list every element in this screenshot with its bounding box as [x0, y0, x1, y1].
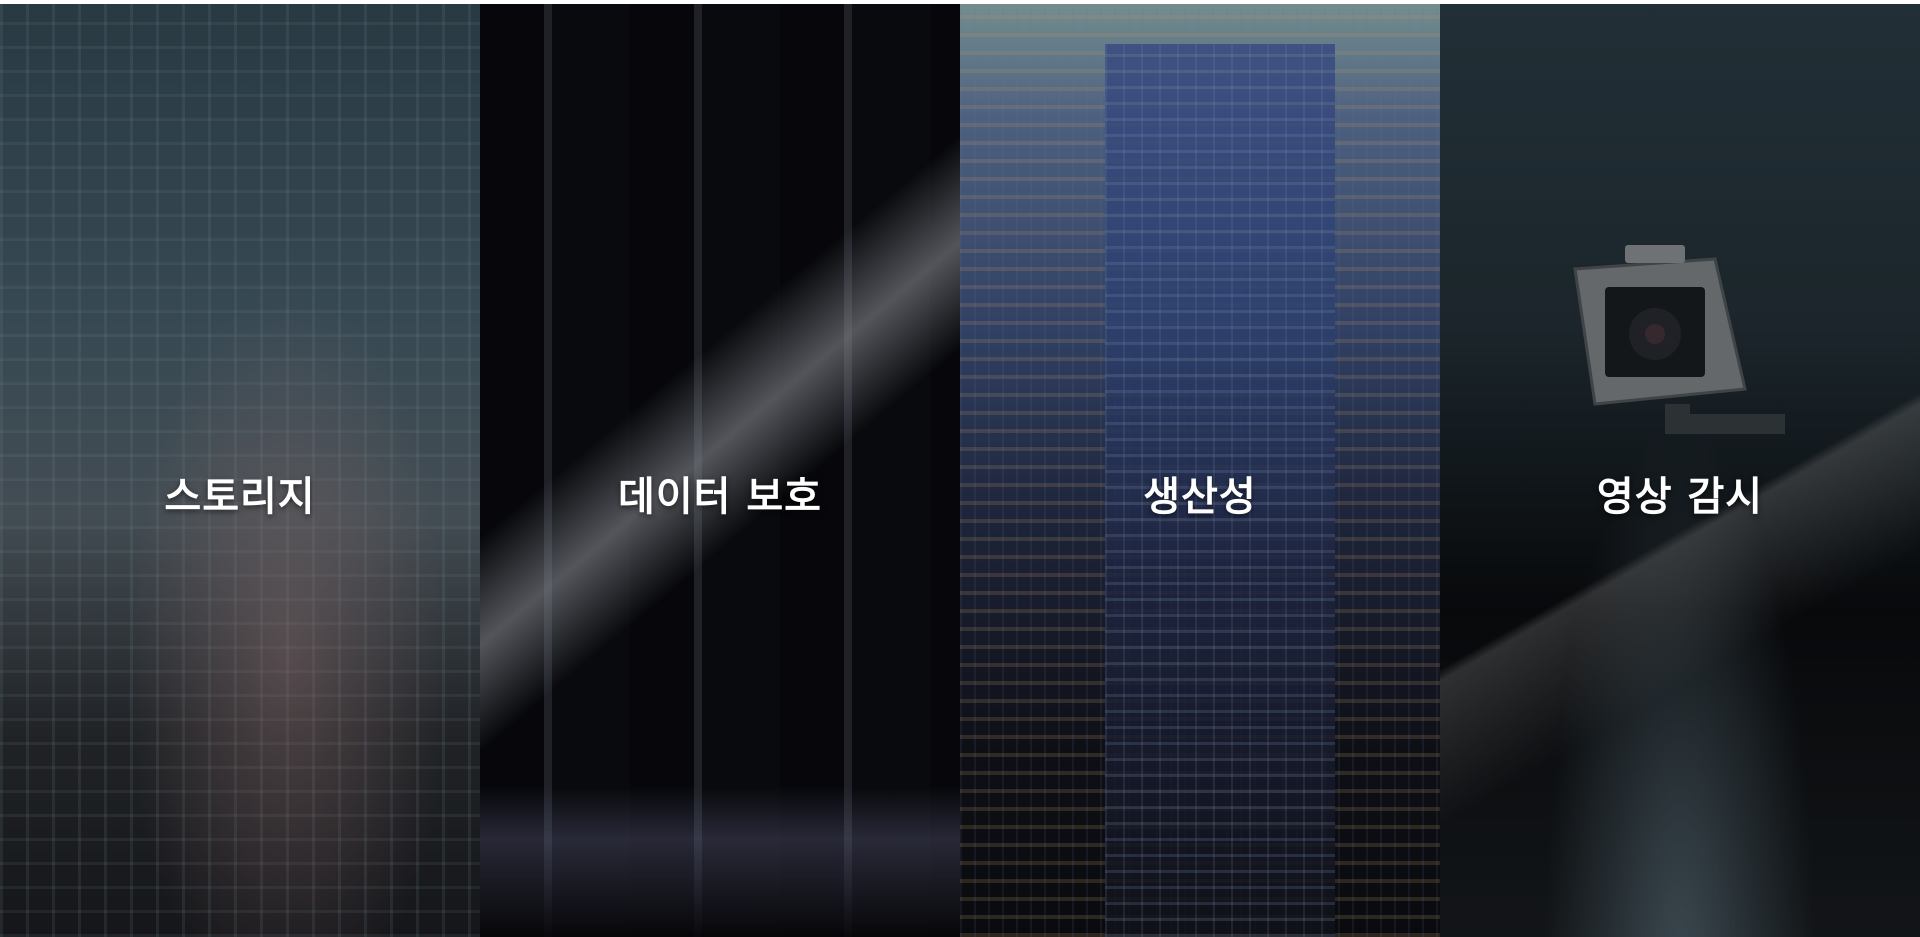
panel-label-productivity: 생산성	[1143, 474, 1257, 520]
panel-label-storage: 스토리지	[164, 474, 316, 520]
panel-storage[interactable]: 스토리지	[0, 4, 480, 937]
panel-label-data-protection: 데이터 보호	[618, 474, 822, 520]
solution-panels: 스토리지 데이터 보호 생산성 영상 감시	[0, 4, 1920, 937]
panel-data-protection[interactable]: 데이터 보호	[480, 4, 960, 937]
panel-productivity[interactable]: 생산성	[960, 4, 1440, 937]
panel-label-video-surveillance: 영상 감시	[1596, 474, 1764, 520]
panel-video-surveillance[interactable]: 영상 감시	[1440, 4, 1920, 937]
